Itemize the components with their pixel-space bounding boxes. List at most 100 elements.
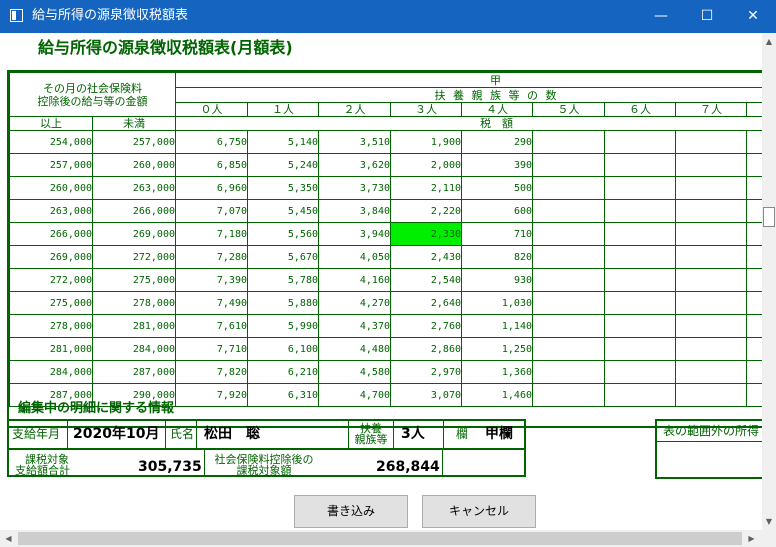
tax-cell[interactable]	[532, 130, 605, 154]
tax-cell[interactable]: 5,990	[247, 314, 319, 338]
tax-cell[interactable]: 820	[461, 245, 533, 269]
tax-cell[interactable]	[532, 199, 605, 223]
tax-cell[interactable]	[604, 199, 676, 223]
tax-cell[interactable]: 5,670	[247, 245, 319, 269]
tax-cell[interactable]: 3,940	[318, 222, 391, 246]
tax-cell[interactable]: 1,140	[461, 314, 533, 338]
tax-cell[interactable]	[604, 130, 676, 154]
income-from-cell[interactable]: 269,000	[9, 245, 93, 269]
tax-cell[interactable]	[532, 383, 605, 407]
income-to-cell[interactable]: 266,000	[92, 199, 176, 223]
income-from-cell[interactable]: 272,000	[9, 268, 93, 292]
tax-cell[interactable]	[675, 383, 747, 407]
tax-cell[interactable]: 5,240	[247, 153, 319, 177]
tax-cell[interactable]: 7,820	[175, 360, 248, 384]
tax-cell[interactable]: 290	[461, 130, 533, 154]
tax-cell[interactable]	[532, 360, 605, 384]
tax-cell[interactable]: 1,250	[461, 337, 533, 361]
income-to-cell[interactable]: 278,000	[92, 291, 176, 315]
income-from-cell[interactable]: 257,000	[9, 153, 93, 177]
tax-cell[interactable]	[532, 222, 605, 246]
tax-cell[interactable]: 2,860	[390, 337, 462, 361]
scroll-right-icon[interactable]: ▶	[743, 530, 760, 547]
tax-cell[interactable]	[604, 268, 676, 292]
tax-cell[interactable]	[604, 383, 676, 407]
tax-cell[interactable]	[675, 199, 747, 223]
tax-cell[interactable]	[675, 176, 747, 200]
tax-cell[interactable]	[675, 291, 747, 315]
income-to-cell[interactable]: 272,000	[92, 245, 176, 269]
table-row[interactable]: 257,000 260,000 6,850 5,240 3,620 2,000 390	[9, 153, 762, 177]
table-row[interactable]: 269,000 272,000 7,280 5,670 4,050 2,430 820	[9, 245, 762, 269]
tax-cell[interactable]	[532, 176, 605, 200]
tax-cell[interactable]: 6,850	[175, 153, 248, 177]
tax-cell[interactable]: 4,160	[318, 268, 391, 292]
tax-cell[interactable]: 2,640	[390, 291, 462, 315]
tax-cell[interactable]	[604, 360, 676, 384]
scroll-down-icon[interactable]: ▼	[762, 513, 776, 530]
income-to-cell[interactable]: 287,000	[92, 360, 176, 384]
tax-cell[interactable]: 2,430	[390, 245, 462, 269]
horizontal-scrollbar[interactable]: ◀ ▶	[0, 530, 762, 547]
vertical-scroll-thumb[interactable]	[763, 207, 775, 227]
tax-cell[interactable]: 3,840	[318, 199, 391, 223]
tax-cell[interactable]: 4,270	[318, 291, 391, 315]
tax-cell[interactable]	[604, 337, 676, 361]
table-row[interactable]: 281,000 284,000 7,710 6,100 4,480 2,860 1,250	[9, 337, 762, 361]
income-from-cell[interactable]: 284,000	[9, 360, 93, 384]
scroll-up-icon[interactable]: ▲	[762, 33, 776, 50]
cancel-button[interactable]: キャンセル	[422, 495, 536, 528]
table-row[interactable]: 260,000 263,000 6,960 5,350 3,730 2,110 500	[9, 176, 762, 200]
income-from-cell[interactable]: 278,000	[9, 314, 93, 338]
tax-cell[interactable]: 6,310	[247, 383, 319, 407]
income-to-cell[interactable]: 269,000	[92, 222, 176, 246]
tax-cell[interactable]	[675, 222, 747, 246]
minimize-icon[interactable]: —	[638, 0, 684, 33]
income-to-cell[interactable]: 281,000	[92, 314, 176, 338]
tax-cell[interactable]	[604, 153, 676, 177]
tax-cell[interactable]: 4,050	[318, 245, 391, 269]
tax-cell[interactable]: 5,350	[247, 176, 319, 200]
income-to-cell[interactable]: 260,000	[92, 153, 176, 177]
tax-cell[interactable]: 7,920	[175, 383, 248, 407]
tax-cell[interactable]	[604, 245, 676, 269]
tax-cell[interactable]: 1,900	[390, 130, 462, 154]
tax-cell[interactable]	[532, 245, 605, 269]
tax-cell[interactable]: 4,580	[318, 360, 391, 384]
income-to-cell[interactable]: 275,000	[92, 268, 176, 292]
scroll-left-icon[interactable]: ◀	[0, 530, 17, 547]
write-button[interactable]: 書き込み	[294, 495, 408, 528]
tax-cell[interactable]: 2,330	[390, 222, 462, 246]
table-row[interactable]: 284,000 287,000 7,820 6,210 4,580 2,970 1,360	[9, 360, 762, 384]
tax-cell[interactable]: 3,620	[318, 153, 391, 177]
tax-cell[interactable]: 4,700	[318, 383, 391, 407]
tax-cell[interactable]	[675, 360, 747, 384]
income-to-cell[interactable]: 284,000	[92, 337, 176, 361]
tax-cell[interactable]	[532, 268, 605, 292]
tax-cell[interactable]	[532, 291, 605, 315]
income-from-cell[interactable]: 263,000	[9, 199, 93, 223]
table-row[interactable]: 275,000 278,000 7,490 5,880 4,270 2,640 1,030	[9, 291, 762, 315]
table-row[interactable]: 278,000 281,000 7,610 5,990 4,370 2,760 1,140	[9, 314, 762, 338]
close-icon[interactable]: ✕	[730, 0, 776, 33]
maximize-icon[interactable]: ☐	[684, 0, 730, 33]
table-row[interactable]: 254,000 257,000 6,750 5,140 3,510 1,900 290	[9, 130, 762, 154]
tax-cell[interactable]: 6,960	[175, 176, 248, 200]
tax-cell[interactable]: 7,490	[175, 291, 248, 315]
tax-cell[interactable]: 5,140	[247, 130, 319, 154]
income-from-cell[interactable]: 254,000	[9, 130, 93, 154]
tax-cell[interactable]: 6,100	[247, 337, 319, 361]
vertical-scrollbar[interactable]: ▲ ▼	[762, 33, 776, 547]
income-to-cell[interactable]: 263,000	[92, 176, 176, 200]
tax-cell[interactable]: 710	[461, 222, 533, 246]
tax-cell[interactable]: 600	[461, 199, 533, 223]
tax-cell[interactable]: 7,710	[175, 337, 248, 361]
tax-cell[interactable]	[532, 153, 605, 177]
tax-cell[interactable]	[604, 314, 676, 338]
tax-cell[interactable]: 500	[461, 176, 533, 200]
tax-cell[interactable]: 1,030	[461, 291, 533, 315]
tax-cell[interactable]: 7,610	[175, 314, 248, 338]
tax-cell[interactable]: 2,970	[390, 360, 462, 384]
tax-cell[interactable]: 7,070	[175, 199, 248, 223]
tax-cell[interactable]	[604, 222, 676, 246]
